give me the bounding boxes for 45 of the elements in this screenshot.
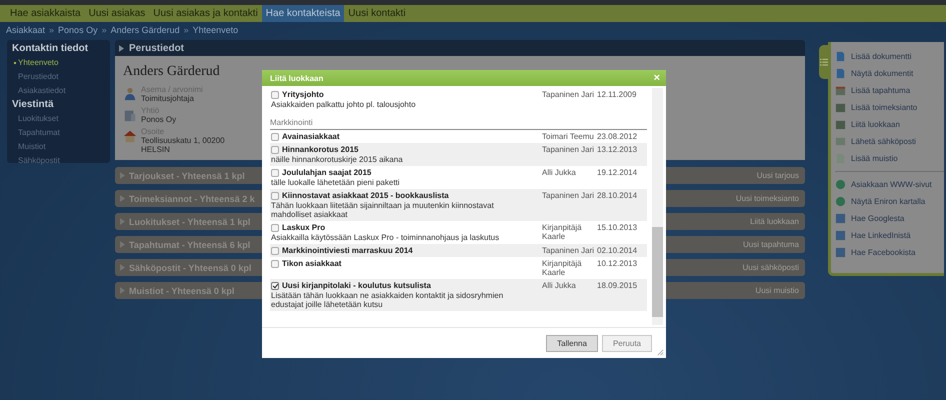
date-text: 18.09.2015	[597, 281, 638, 292]
category-description: tälle luokalle lähetetään pieni paketti	[271, 178, 401, 187]
owner-name: Alli Jukka	[542, 281, 577, 292]
category-name: Laskux Pro	[282, 223, 326, 232]
category-description: Tähän luokkaan liitetään sijainniltaan ja muutenkin kiinnostavat mahdolliset asiakkaat	[271, 201, 495, 219]
category-name: Uusi kirjanpitolaki - koulutus kutsulista	[282, 281, 431, 290]
category-name: Hinnankorotus 2015	[282, 145, 358, 154]
date-text: 02.10.2014	[597, 246, 638, 255]
owner-name: Tapaninen Jari	[542, 191, 596, 202]
owner-name: Tapaninen Jari	[542, 246, 596, 255]
sidebar-heading: Viestintä	[12, 99, 54, 110]
category-name: Markkinointiviesti marraskuu 2014	[282, 246, 413, 255]
field-value: Ponos Oy	[141, 115, 178, 124]
date-text: 10.12.2013	[597, 259, 638, 270]
contact-name: Anders Gärderud	[123, 64, 220, 80]
breadcrumb-separator: »	[184, 25, 189, 35]
field-value: Toimitusjohtaja	[141, 94, 195, 103]
breadcrumb-separator: »	[102, 25, 107, 35]
sidebar-heading: Kontaktin tiedot	[12, 43, 90, 54]
date-text: 23.08.2012	[597, 132, 638, 141]
dialog-title: Liitä luokkaan	[270, 74, 324, 82]
date-text: 12.11.2009	[597, 90, 638, 101]
owner-name: Alli Jukka	[542, 168, 577, 179]
owner-name: Kirjanpitäjä Kaarle	[542, 223, 583, 242]
category-name: Tikon asiakkaat	[282, 259, 342, 268]
owner-name: Kirjanpitäjä Kaarle	[542, 259, 583, 277]
date-text: 28.10.2014	[597, 191, 638, 202]
breadcrumb-separator: »	[49, 25, 54, 35]
category-name: Yritysjohto	[282, 90, 324, 99]
field-value: Teollisuuskatu 1, 00200 HELSIN	[141, 136, 226, 154]
category-name: Kiinnostavat asiakkaat 2015 - bookkauslista	[282, 191, 449, 200]
date-text: 19.12.2014	[597, 168, 638, 179]
owner-name: Toimari Teemu	[542, 132, 595, 141]
owner-name: Tapaninen Jari	[542, 90, 596, 101]
category-description: Asiakkaiden palkattu johto pl. talousjohto	[271, 100, 417, 109]
group-heading: Markkinointi	[270, 111, 647, 130]
category-description: Lisätään tähän luokkaan ne asiakkaiden kontaktit ja sidosryhmien edustajat joille lähetetään kutsu	[271, 291, 504, 309]
date-text: 13.12.2013	[597, 145, 638, 156]
panel-title: Perustiedot	[129, 42, 184, 54]
date-text: 15.10.2013	[597, 223, 638, 234]
category-name: Joululahjan saajat 2015	[282, 168, 372, 177]
category-name: Avainasiakkaat	[282, 132, 340, 141]
owner-name: Tapaninen Jari	[542, 145, 596, 156]
category-description: Asiakkailla käytössään Laskux Pro - toiminnanohjaus ja laskutus	[271, 233, 500, 242]
category-description: näille hinnankorotuskirje 2015 aikana	[271, 155, 404, 164]
